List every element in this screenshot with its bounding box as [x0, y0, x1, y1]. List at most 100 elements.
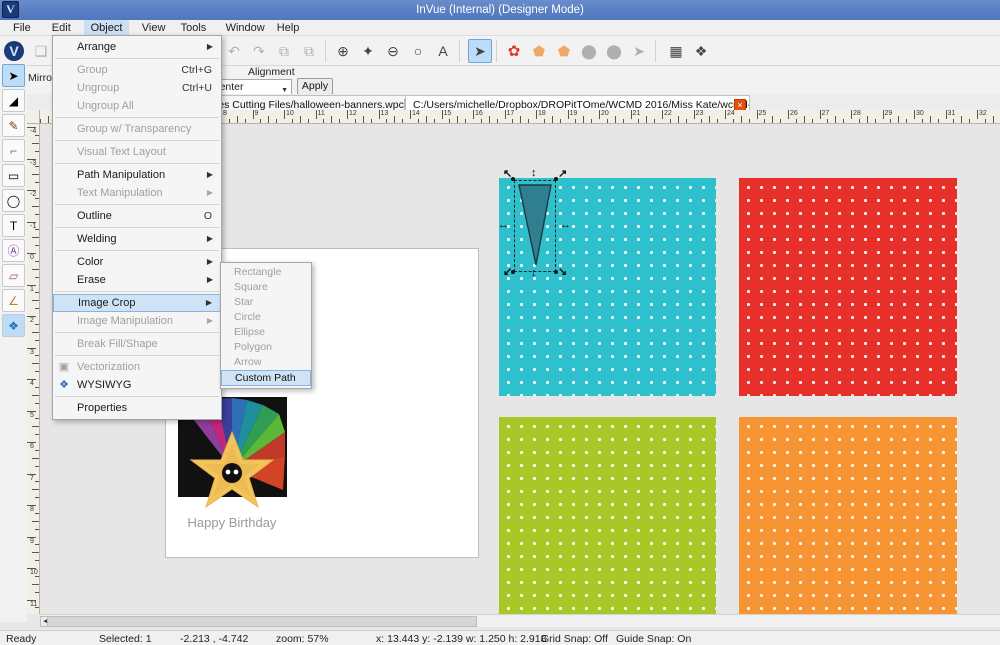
ruler-tick-minor: [929, 116, 931, 123]
shape-blob-icon[interactable]: ⬟: [527, 39, 551, 63]
text-tool[interactable]: T: [2, 214, 25, 237]
ruler-tick-major: [914, 110, 915, 119]
resize-arrow-n-icon[interactable]: ↕: [531, 168, 537, 179]
ruler-tick-major: [882, 110, 884, 119]
ruler-label: 4: [30, 380, 34, 387]
menu-item-erase[interactable]: Erase ▶: [53, 271, 221, 289]
ruler-tick-major: [473, 110, 474, 119]
horizontal-scrollbar[interactable]: ◀: [40, 614, 1000, 627]
shape-overlap-icon[interactable]: ⬟: [552, 39, 576, 63]
menu-window[interactable]: Window: [219, 20, 272, 36]
menu-item-properties[interactable]: Properties: [53, 399, 221, 417]
resize-arrow-w-icon[interactable]: ↔: [498, 220, 509, 231]
selection-bounding-box[interactable]: [514, 180, 556, 272]
menu-item-label: Arrange: [77, 41, 117, 53]
menu-bar: File Edit Object View Tools Window Help: [0, 20, 1000, 36]
ruler-tick-major: [410, 110, 411, 119]
ruler-label: 23: [695, 110, 704, 117]
zoom-in-icon[interactable]: ⊕: [331, 39, 355, 63]
wysiwyg-toolbar-icon[interactable]: ❖: [689, 39, 713, 63]
polyline-tool[interactable]: ⌐: [2, 139, 25, 162]
ruler-label: 20: [601, 110, 609, 117]
menu-item-welding[interactable]: Welding ▶: [53, 230, 221, 248]
image-crop-submenu[interactable]: Rectangle Square Star Circle Ellipse Polygon A…: [220, 262, 312, 389]
ruler-label: 30: [916, 110, 924, 117]
menu-item-shortcut: Ctrl+U: [181, 82, 212, 94]
ruler-tick-minor: [32, 331, 39, 333]
application-window: V InVue (Internal) (Designer Mode) File E…: [0, 0, 1000, 645]
polka-square-green[interactable]: [499, 417, 716, 614]
horizontal-scroll-thumb[interactable]: [47, 616, 477, 627]
ellipse-tool[interactable]: ◯: [2, 189, 25, 212]
ruler-tick-major: [284, 110, 285, 119]
menu-separator: [55, 291, 219, 292]
freehand-tool[interactable]: ✎: [2, 114, 25, 137]
ruler-tick-major: [693, 110, 695, 119]
menu-object[interactable]: Object: [83, 20, 130, 36]
rectangle-tool[interactable]: ▭: [2, 164, 25, 187]
eraser-tool[interactable]: ▱: [2, 264, 25, 287]
resize-arrow-nw-icon[interactable]: ↖: [503, 169, 512, 180]
zoom-out-icon[interactable]: ⊖: [381, 39, 405, 63]
resize-arrow-sw-icon[interactable]: ↙: [503, 267, 512, 278]
resize-arrow-e-icon[interactable]: ↔: [560, 220, 571, 231]
measure-tool[interactable]: ∠: [2, 289, 25, 312]
ruler-label: 17: [506, 110, 515, 117]
apply-button[interactable]: Apply: [297, 78, 333, 95]
text-arc-tool[interactable]: Ⓐ: [2, 239, 25, 262]
ruler-tick-major: [252, 110, 254, 119]
crop-option-custom-path[interactable]: Custom Path: [221, 370, 311, 386]
ruler-corner[interactable]: [27, 110, 40, 124]
menu-item-color[interactable]: Color ▶: [53, 253, 221, 271]
resize-arrow-s-icon[interactable]: ↕: [531, 268, 537, 279]
menu-edit[interactable]: Edit: [45, 20, 78, 36]
ruler-label: 9: [30, 537, 34, 545]
grid-toggle-icon[interactable]: ▦: [664, 39, 688, 63]
crop-option-circle: Circle: [234, 311, 261, 323]
status-grid-snap: Grid Snap: Off: [541, 633, 608, 645]
menu-item-label: Group w/ Transparency: [77, 123, 192, 135]
menu-item-path-manipulation[interactable]: Path Manipulation ▶: [53, 166, 221, 184]
color-palette-icon[interactable]: ✿: [502, 39, 526, 63]
menu-item-arrange[interactable]: Arrange ▶: [53, 38, 221, 56]
zoom-all-icon[interactable]: A: [431, 39, 455, 63]
image-trace-tool[interactable]: ❖: [2, 314, 25, 337]
menu-item-wysiwyg[interactable]: ❖ WYSIWYG: [53, 376, 221, 394]
ruler-label: 18: [538, 110, 546, 117]
ruler-tick-minor: [47, 116, 49, 123]
ruler-label: 31: [947, 110, 956, 117]
polka-square-red[interactable]: [739, 178, 957, 396]
crop-option-ellipse: Ellipse: [234, 326, 265, 338]
menu-file[interactable]: File: [6, 20, 38, 36]
ruler-tick-major: [504, 110, 506, 119]
polka-square-orange[interactable]: [739, 417, 957, 614]
menu-item-label: Vectorization: [77, 361, 140, 373]
vertical-ruler[interactable]: -4-3-2-1012345678910111213: [27, 124, 40, 614]
select-pointer-icon[interactable]: ➤: [468, 39, 492, 63]
object-menu-dropdown[interactable]: Arrange ▶ Group Ctrl+G Ungroup Ctrl+U Ungroup …: [52, 35, 222, 420]
zoom-selection-icon[interactable]: ✦: [356, 39, 380, 63]
menu-item-group: Group Ctrl+G: [53, 61, 221, 79]
menu-item-outline[interactable]: Outline O: [53, 207, 221, 225]
menu-item-image-crop[interactable]: Image Crop ▶: [53, 294, 221, 312]
ruler-tick-major: [725, 110, 726, 119]
resize-arrow-ne-icon[interactable]: ↗: [558, 169, 567, 180]
menu-help[interactable]: Help: [270, 20, 307, 36]
resize-arrow-se-icon[interactable]: ↘: [558, 267, 567, 278]
ruler-tick-minor: [299, 116, 301, 123]
ruler-label: 0: [30, 254, 34, 261]
ruler-tick-major: [347, 110, 348, 119]
node-edit-tool[interactable]: ◢: [2, 89, 25, 112]
ruler-tick-minor: [32, 583, 39, 585]
status-ready: Ready: [6, 633, 37, 645]
menu-view[interactable]: View: [135, 20, 173, 36]
zoom-fit-icon[interactable]: ○: [406, 39, 430, 63]
shape-subtract-icon: ⬤: [606, 42, 622, 59]
ruler-tick-minor: [32, 489, 39, 491]
select-tool[interactable]: ➤: [2, 64, 25, 87]
menu-tools[interactable]: Tools: [174, 20, 214, 36]
new-document-icon[interactable]: V: [4, 41, 24, 61]
ruler-label: 14: [412, 110, 420, 117]
toolbar-separator: [655, 40, 656, 62]
mirror-copy-icon: ⧉: [304, 42, 314, 59]
